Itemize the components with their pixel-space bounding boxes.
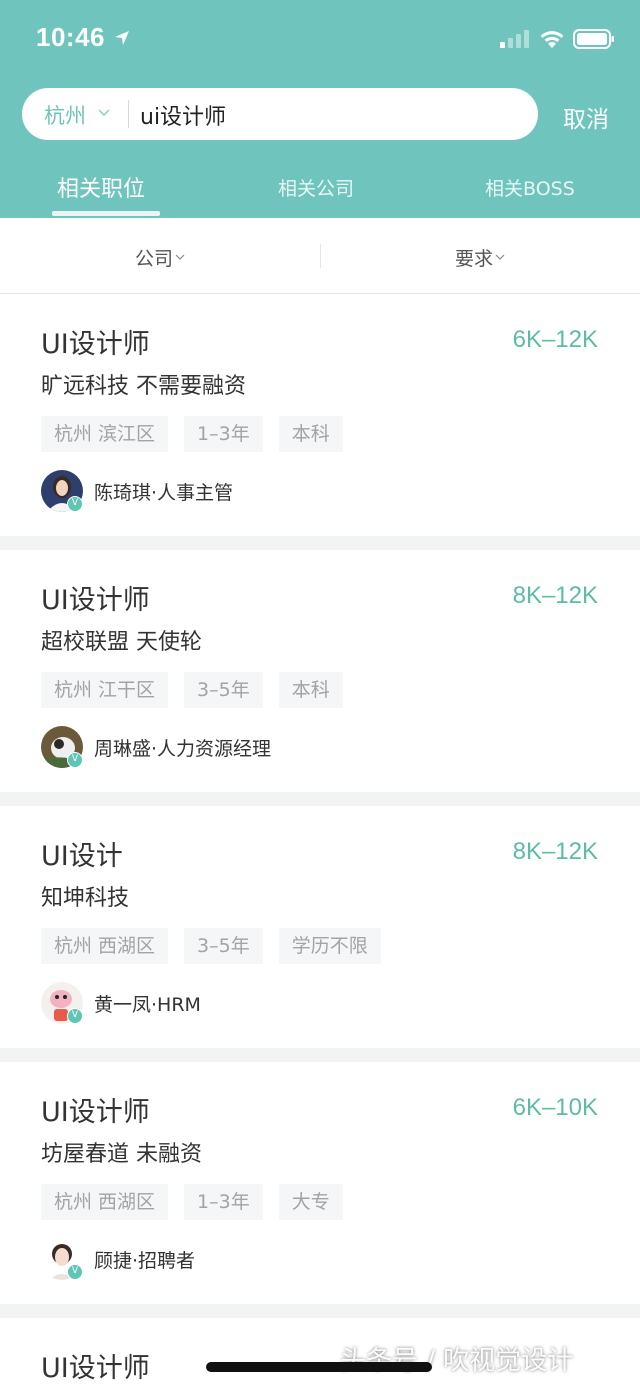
job-card[interactable]: UI设计师 6K–10K 坊屋春道 未融资 杭州 西湖区 1–3年 大专 V 顾… (0, 1062, 640, 1304)
recruiter-name-title: 周琳盛·人力资源经理 (94, 738, 272, 760)
job-title: UI设计师 (41, 1353, 150, 1384)
tag-location: 杭州 滨江区 (41, 416, 169, 452)
cellular-signal-icon (500, 30, 529, 48)
filter-requirement-dropdown[interactable]: 要求 (455, 244, 505, 271)
recruiter-name-title: 陈琦琪·人事主管 (94, 482, 234, 504)
job-title: UI设计师 (41, 585, 150, 616)
home-indicator (206, 1362, 432, 1372)
wifi-icon (540, 31, 564, 48)
tag-location: 杭州 西湖区 (41, 928, 169, 964)
tab-related-companies[interactable]: 相关公司 (278, 174, 354, 201)
header: 10:46 杭州 ui设计师 取消 相关职位 相关公司 相关BOSS (0, 0, 640, 218)
job-tags: 杭州 江干区 3–5年 本科 (41, 672, 343, 708)
job-company: 知坤科技 (41, 886, 130, 911)
tag-experience: 3–5年 (184, 928, 263, 964)
location-arrow-icon (115, 31, 129, 45)
filter-bar: 公司 要求 (0, 218, 640, 294)
job-title: UI设计师 (41, 329, 150, 360)
search-box[interactable]: 杭州 ui设计师 (22, 88, 538, 140)
job-salary: 8K–12K (512, 838, 598, 865)
job-card[interactable]: UI设计师 6K–12K 旷远科技 不需要融资 杭州 滨江区 1–3年 本科 V… (0, 294, 640, 536)
job-title: UI设计师 (41, 1097, 150, 1128)
active-tab-indicator (52, 211, 160, 216)
recruiter-name-title: 顾捷·招聘者 (94, 1250, 196, 1272)
job-company: 旷远科技 不需要融资 (41, 374, 246, 399)
chevron-down-icon (495, 254, 505, 260)
job-title: UI设计 (41, 841, 123, 872)
filter-requirement-label: 要求 (455, 248, 494, 270)
tag-experience: 3–5年 (184, 672, 263, 708)
chevron-down-icon (175, 254, 185, 260)
verified-badge-icon: V (67, 752, 83, 768)
tag-education: 本科 (278, 416, 343, 452)
filter-divider (320, 244, 321, 268)
verified-badge-icon: V (67, 1008, 83, 1024)
chevron-down-icon[interactable] (96, 105, 112, 121)
tag-education: 大专 (278, 1184, 343, 1220)
job-card[interactable]: UI设计师 8K–12K 超校联盟 天使轮 杭州 江干区 3–5年 本科 V 周… (0, 550, 640, 792)
job-tags: 杭州 滨江区 1–3年 本科 (41, 416, 343, 452)
search-input[interactable]: ui设计师 (140, 99, 226, 131)
tag-education: 学历不限 (278, 928, 381, 964)
verified-badge-icon: V (67, 1264, 83, 1280)
job-tags: 杭州 西湖区 3–5年 学历不限 (41, 928, 381, 964)
tab-related-boss[interactable]: 相关BOSS (485, 174, 575, 201)
filter-company-dropdown[interactable]: 公司 (135, 244, 185, 271)
tag-location: 杭州 江干区 (41, 672, 169, 708)
tag-location: 杭州 西湖区 (41, 1184, 169, 1220)
job-card[interactable]: UI设计 8K–12K 知坤科技 杭州 西湖区 3–5年 学历不限 V 黄一凤·… (0, 806, 640, 1048)
tag-experience: 1–3年 (184, 1184, 263, 1220)
job-company: 超校联盟 天使轮 (41, 630, 202, 655)
status-time: 10:46 (36, 22, 105, 52)
battery-icon (573, 29, 614, 49)
search-divider (128, 100, 129, 128)
cancel-button[interactable]: 取消 (563, 100, 609, 134)
job-company: 坊屋春道 未融资 (41, 1142, 202, 1167)
job-salary: 6K–12K (512, 326, 598, 353)
filter-company-label: 公司 (135, 248, 174, 270)
status-bar: 10:46 (0, 0, 640, 80)
verified-badge-icon: V (67, 496, 83, 512)
job-salary: 8K–12K (512, 582, 598, 609)
tag-experience: 1–3年 (184, 416, 263, 452)
job-tags: 杭州 西湖区 1–3年 大专 (41, 1184, 343, 1220)
tab-related-jobs[interactable]: 相关职位 (57, 171, 145, 203)
city-selector[interactable]: 杭州 (44, 100, 86, 130)
recruiter-name-title: 黄一凤·HRM (94, 994, 201, 1016)
job-salary: 6K–10K (512, 1094, 598, 1121)
tag-education: 本科 (278, 672, 343, 708)
